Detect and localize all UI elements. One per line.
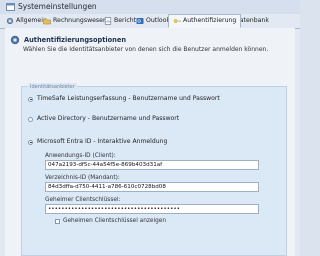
tenant-id-label: Verzeichnis-ID (Mandant): — [45, 175, 120, 181]
provider-group: Identitätsanbieter TimeSafe Leistungserf… — [21, 83, 287, 256]
tab-content: Authentifizierungsoptionen Wählen Sie di… — [5, 28, 295, 256]
tenant-id-field[interactable]: 84d3dffa-d750-4411-a786-610c0728bd08 — [45, 182, 259, 192]
radio-button[interactable] — [28, 96, 33, 102]
tab-label: Outlook — [146, 17, 171, 24]
radio-button[interactable] — [28, 139, 33, 145]
radio-button[interactable] — [28, 116, 33, 122]
settings-window: Systemeinstellungen Allgemein Rechnungsw… — [0, 0, 300, 256]
show-secret-checkbox[interactable] — [55, 218, 60, 224]
tab-rechnungswesen[interactable]: Rechnungswesen — [43, 15, 107, 27]
option-active-directory[interactable]: Active Directory - Benutzername und Pass… — [28, 115, 179, 123]
section-header: Authentifizierungsoptionen — [10, 35, 126, 45]
app-icon — [6, 3, 15, 11]
title-bar: Systemeinstellungen — [0, 0, 300, 14]
folder-icon — [43, 18, 51, 25]
report-icon — [104, 17, 112, 25]
option-label: TimeSafe Leistungserfassung - Benutzerna… — [37, 95, 220, 102]
show-secret-label: Geheimen Clientschlüssel anzeigen — [63, 218, 167, 224]
show-secret-checkbox-row[interactable]: Geheimen Clientschlüssel anzeigen — [55, 217, 166, 225]
client-secret-label: Geheimer Clientschlüssel: — [45, 197, 121, 203]
tab-allgemein[interactable]: Allgemein — [6, 15, 47, 27]
app-id-field[interactable]: 047a2193-df5c-44a54f5e-869b403d31af — [45, 160, 259, 170]
group-label: Identitätsanbieter — [28, 83, 77, 91]
option-timesafe[interactable]: TimeSafe Leistungserfassung - Benutzerna… — [28, 95, 220, 103]
section-title: Authentifizierungsoptionen — [24, 36, 127, 44]
tab-authentifizierung[interactable]: Authentifizierung — [168, 14, 242, 28]
gear-icon — [6, 17, 14, 25]
option-label: Microsoft Entra ID - Interaktive Anmeldu… — [37, 138, 168, 145]
client-secret-field[interactable]: •••••••••••••••••••••••••••••••••••••••• — [45, 204, 259, 214]
tab-outlook[interactable]: Outlook — [136, 15, 170, 27]
key-icon — [173, 19, 181, 23]
tab-berichte[interactable]: Berichte — [104, 15, 140, 27]
outlook-icon — [136, 18, 144, 24]
option-entra-id[interactable]: Microsoft Entra ID - Interaktive Anmeldu… — [28, 138, 167, 146]
gear-icon — [10, 35, 20, 45]
app-id-label: Anwendungs-ID (Client): — [45, 153, 116, 159]
window-title: Systemeinstellungen — [18, 2, 97, 11]
section-description: Wählen Sie die Identitätsanbieter von de… — [23, 46, 269, 53]
tab-label: Rechnungswesen — [53, 17, 107, 24]
tab-label: Authentifizierung — [183, 17, 237, 24]
tab-bar: Allgemein Rechnungswesen Berichte Outloo… — [0, 14, 300, 29]
option-label: Active Directory - Benutzername und Pass… — [37, 115, 180, 122]
